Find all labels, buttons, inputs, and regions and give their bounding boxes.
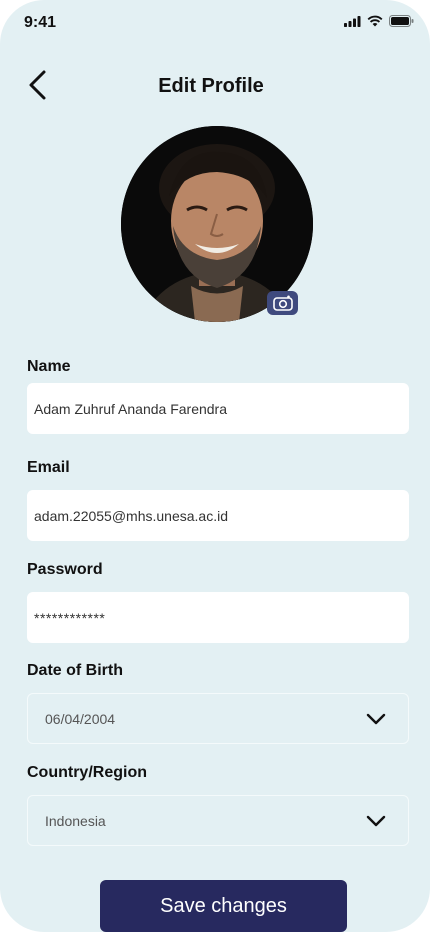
signal-icon	[344, 15, 361, 27]
email-label: Email	[27, 459, 70, 476]
country-value: Indonesia	[45, 812, 106, 829]
email-input[interactable]: adam.22055@mhs.unesa.ac.id	[27, 490, 409, 541]
name-value: Adam Zuhruf Ananda Farendra	[34, 400, 228, 417]
name-input[interactable]: Adam Zuhruf Ananda Farendra	[27, 383, 409, 434]
chevron-down-icon	[366, 713, 386, 724]
country-label: Country/Region	[27, 764, 147, 781]
password-label: Password	[27, 561, 103, 578]
status-time: 9:41	[24, 14, 57, 31]
status-icons	[344, 15, 414, 27]
country-select[interactable]: Indonesia	[27, 795, 409, 846]
save-changes-button[interactable]: Save changes	[100, 880, 347, 932]
camera-icon	[272, 295, 293, 311]
change-photo-button[interactable]	[267, 291, 298, 315]
password-input[interactable]: ************	[27, 592, 409, 643]
password-value: ************	[34, 609, 106, 626]
email-value: adam.22055@mhs.unesa.ac.id	[34, 507, 228, 524]
battery-icon	[389, 15, 414, 27]
name-label: Name	[27, 358, 71, 375]
dob-label: Date of Birth	[27, 662, 123, 679]
page-title: Edit Profile	[158, 75, 264, 97]
dob-select[interactable]: 06/04/2004	[27, 693, 409, 744]
phone-screen: 9:41 Edit Profile Name Adam Zuhruf Anand…	[0, 0, 430, 932]
chevron-down-icon	[366, 815, 386, 826]
status-bar: 9:41	[0, 0, 430, 46]
dob-value: 06/04/2004	[45, 710, 116, 727]
wifi-icon	[367, 15, 383, 27]
